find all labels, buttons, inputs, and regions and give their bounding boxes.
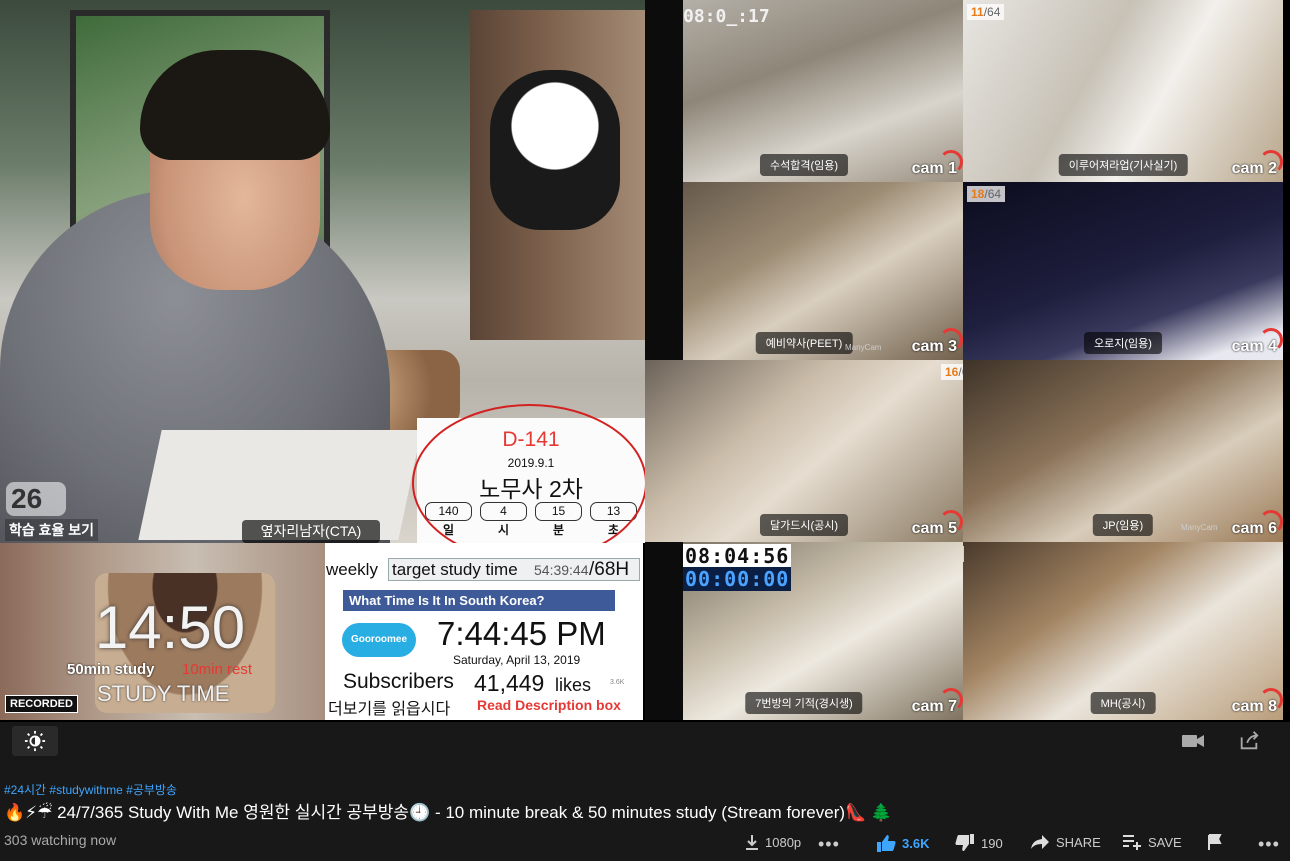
report-button[interactable] — [1208, 834, 1222, 850]
cam-7-clock: 08:04:56 — [683, 544, 792, 568]
cam-6-name: JP(임용) — [1092, 514, 1154, 536]
save-label: SAVE — [1148, 834, 1182, 850]
subscribers-label: Subscribers — [343, 670, 454, 693]
read-more-korean: 더보기를 읽읍시다 — [328, 701, 451, 718]
more-horizontal-icon: ••• — [818, 834, 840, 854]
cam-5-name: 달가드시(공시) — [759, 514, 849, 536]
cam-4-name: 오로지(임용) — [1084, 332, 1162, 354]
cam-1-tile: 08:0_:17 수석합격(임용) cam 1 — [645, 0, 963, 182]
cam-8-counter: 17/6 — [963, 546, 965, 562]
score-badge: 26 — [6, 482, 66, 516]
cam-3-name: 예비약사(PEET) — [755, 332, 853, 354]
thumbs-up-icon — [877, 835, 896, 852]
timer-time: 14:50 — [94, 594, 246, 661]
subscribers-count: 41,449 — [474, 670, 545, 696]
download-icon — [746, 835, 758, 850]
more-horizontal-icon: ••• — [1258, 834, 1280, 854]
video-meta: #24시간 #studywithme #공부방송 🔥⚡☔ 24/7/365 St… — [0, 762, 1290, 861]
cam-6-watermark: ManyCam — [1181, 523, 1218, 532]
brightness-icon — [24, 730, 46, 752]
dislike-count: 190 — [981, 835, 1003, 851]
playlist-add-icon — [1123, 835, 1141, 850]
cam-8-name: MH(공시) — [1090, 692, 1156, 714]
more-menu-button[interactable]: ••• — [1258, 834, 1280, 855]
info-tile: weekly target study time 54:39:44 /68H W… — [325, 543, 643, 720]
weekly-total: /68H — [589, 559, 630, 580]
like-count: 3.6K — [902, 835, 930, 851]
main-cam-tile: D-141 2019.9.1 노무사 2차 140 4 15 13 일 시 분 … — [0, 0, 645, 543]
penguin-lamp — [490, 70, 620, 230]
cam-3-watermark: ManyCam — [845, 343, 882, 352]
cam-5-tile: 16/6 달가드시(공시) cam 5 — [645, 360, 963, 542]
cam-4-tile: 18/64 오로지(임용) cam 4 — [963, 182, 1283, 360]
like-button[interactable]: 3.6K — [876, 834, 929, 852]
cam-5-label: cam 5 — [911, 510, 963, 537]
flag-icon — [1208, 834, 1222, 850]
cam-1-label: cam 1 — [911, 150, 963, 177]
weekly-progress: target study time 54:39:44 /68H — [388, 558, 640, 581]
quality-label: 1080p — [765, 834, 802, 850]
cam-6-tile: JP(임용) ManyCam cam 6 — [963, 360, 1283, 542]
quality-button[interactable]: 1080p — [745, 834, 801, 850]
cam-7-name: 7번방의 기적(경시생) — [745, 692, 863, 714]
video-camera-icon — [1182, 735, 1204, 747]
cam-3-tile: 예비약사(PEET) ManyCam cam 3 — [645, 182, 963, 360]
timer-rest-label: 10min rest — [182, 661, 253, 678]
thumbs-down-icon — [955, 834, 974, 851]
cam-5-counter: 16/6 — [941, 364, 963, 380]
hashtags[interactable]: #24시간 #studywithme #공부방송 — [4, 781, 177, 798]
recorded-badge: RECORDED — [5, 695, 78, 713]
korea-date: Saturday, April 13, 2019 — [453, 653, 581, 667]
korea-time-question: What Time Is It In South Korea? — [343, 590, 615, 611]
main-cam-name: 옆자리남자(CTA) — [242, 520, 380, 543]
share-label: SHARE — [1056, 834, 1101, 850]
cam-8-tile: 17/6 MH(공시) cam 8 — [963, 542, 1283, 720]
weekly-label: weekly — [326, 560, 378, 579]
timer-tile: 14:50 50min study 10min rest STUDY TIME … — [0, 543, 325, 720]
cam-2-name: 이루어져라업(기사실기) — [1058, 154, 1188, 176]
watching-count: 303 watching now — [4, 832, 117, 848]
cam-6-label: cam 6 — [1231, 510, 1283, 537]
cam-2-tile: 11/64 이루어져라업(기사실기) cam 2 — [963, 0, 1283, 182]
korea-clock: 7:44:45 PM — [437, 615, 606, 652]
share-arrow-icon — [1031, 835, 1049, 849]
weekly-current: 54:39:44 — [534, 562, 589, 578]
gooroomee-logo: Gooroomee — [342, 623, 416, 657]
cam-7-tile: 08:04:56 00:00:00 7번방의 기적(경시생) cam 7 — [645, 542, 963, 720]
cam-4-label: cam 4 — [1231, 328, 1283, 355]
timer-caption: STUDY TIME — [97, 681, 230, 706]
cam-7-label: cam 7 — [911, 688, 963, 715]
cam-3-label: cam 3 — [911, 328, 963, 355]
more-dots-button[interactable]: ••• — [818, 834, 840, 855]
dislike-button[interactable]: 190 — [955, 834, 1003, 852]
brightness-button[interactable] — [12, 726, 58, 756]
share-video-button[interactable] — [1226, 726, 1272, 756]
likes-small: 3.6K — [610, 679, 625, 686]
save-button[interactable]: SAVE — [1122, 834, 1182, 850]
camera-button[interactable] — [1170, 726, 1216, 756]
cam-2-counter: 11/64 — [967, 4, 1005, 20]
cam-7-stopwatch: 00:00:00 — [683, 567, 792, 591]
player-controls — [0, 722, 1290, 762]
efficiency-label: 학습 효율 보기 — [5, 519, 99, 541]
share-box-icon — [1240, 731, 1259, 750]
cam-8-label: cam 8 — [1231, 688, 1283, 715]
cam-2-label: cam 2 — [1231, 150, 1283, 177]
video-title: 🔥⚡☔ 24/7/365 Study With Me 영원한 실시간 공부방송🕘… — [4, 803, 893, 822]
cam-4-counter: 18/64 — [967, 186, 1006, 202]
video-player[interactable]: D-141 2019.9.1 노무사 2차 140 4 15 13 일 시 분 … — [0, 0, 1290, 722]
timer-study-label: 50min study — [67, 661, 155, 678]
cam-1-name: 수석합격(임용) — [759, 154, 849, 176]
read-description-label: Read Description box — [477, 697, 621, 713]
weekly-text: target study time — [392, 560, 518, 579]
likes-label: likes — [555, 675, 592, 695]
share-button[interactable]: SHARE — [1030, 834, 1101, 850]
cam-1-overlay: 08:0_:17 — [683, 6, 770, 27]
